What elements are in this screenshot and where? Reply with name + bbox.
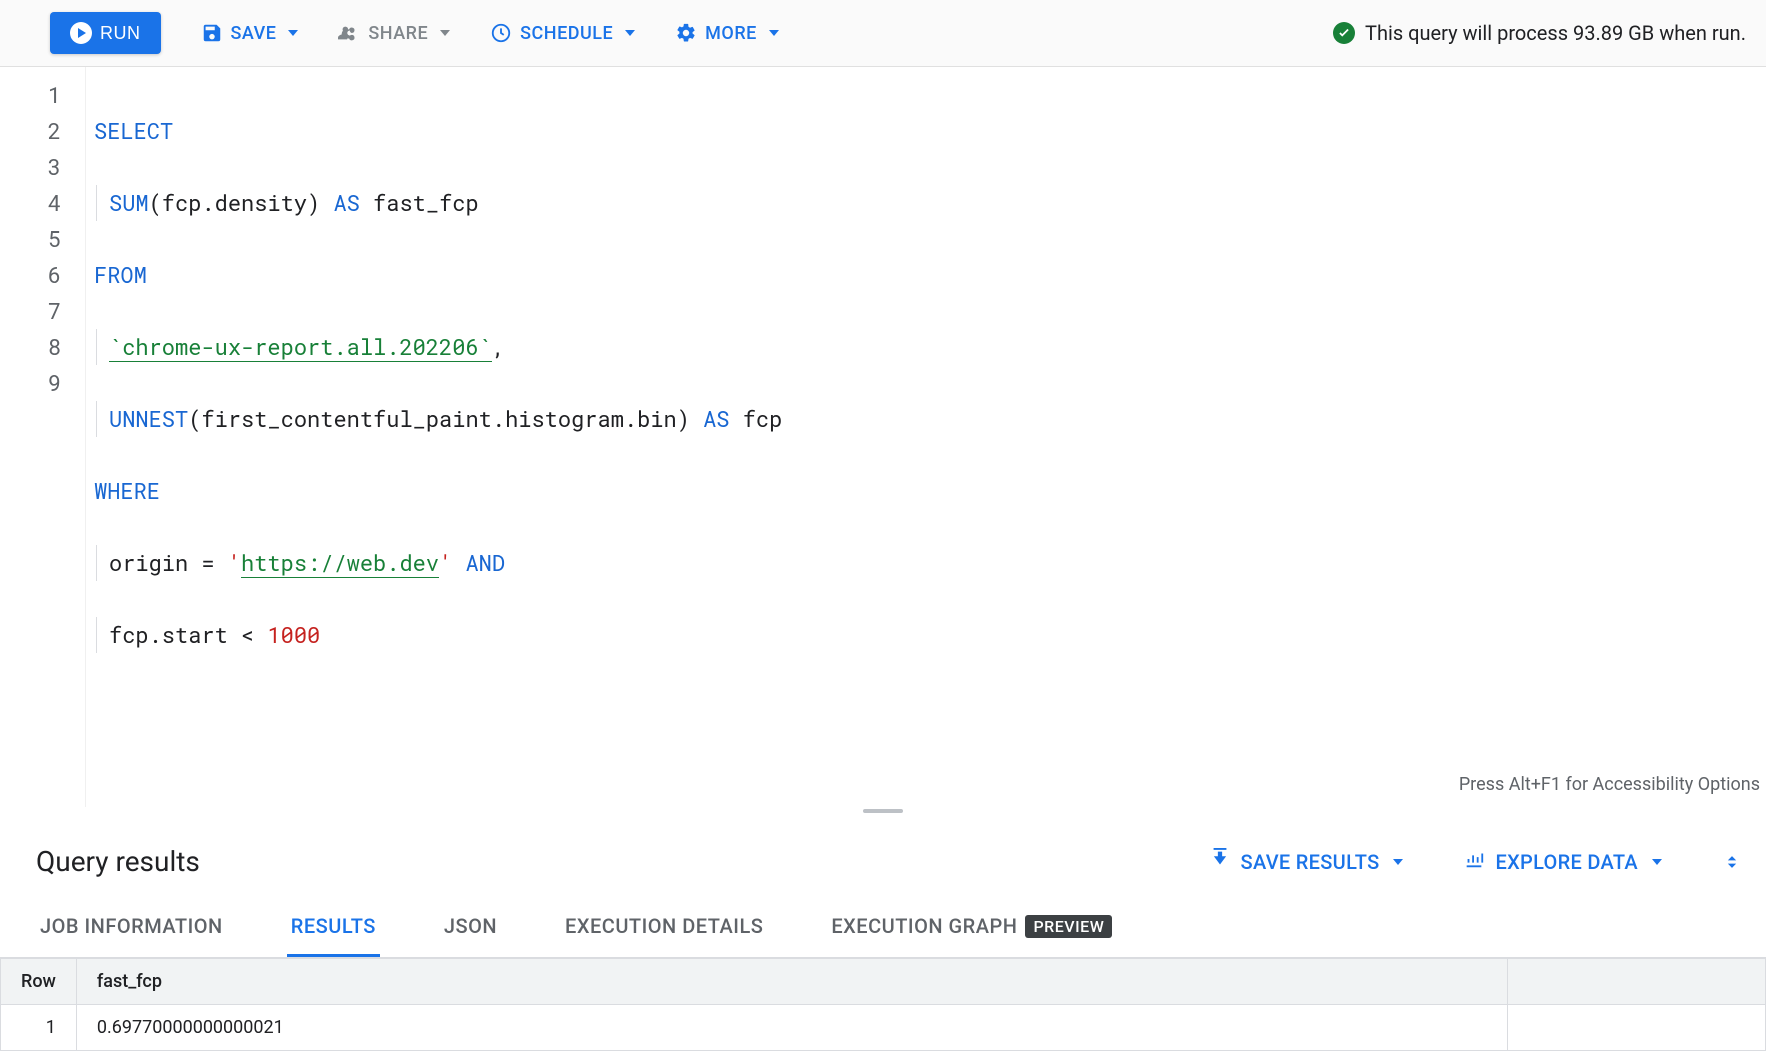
col-row: Row [1, 959, 77, 1005]
check-circle-icon [1333, 22, 1355, 44]
chevron-down-icon [440, 30, 450, 36]
play-icon [70, 22, 92, 44]
chart-icon [1463, 848, 1485, 875]
save-button[interactable]: SAVE [201, 22, 299, 44]
more-button[interactable]: MORE [675, 22, 779, 44]
tab-json[interactable]: JSON [440, 898, 501, 957]
results-header: Query results SAVE RESULTS EXPLORE DATA [0, 815, 1766, 898]
results-title: Query results [36, 845, 200, 878]
results-table: Row fast_fcp 1 0.69770000000000021 [0, 958, 1766, 1051]
more-label: MORE [705, 23, 757, 44]
preview-badge: PREVIEW [1025, 915, 1112, 938]
save-results-button[interactable]: SAVE RESULTS [1209, 848, 1404, 875]
schedule-label: SCHEDULE [520, 23, 613, 44]
tab-execution-details[interactable]: EXECUTION DETAILS [561, 898, 767, 957]
status-text: This query will process 93.89 GB when ru… [1365, 21, 1746, 45]
schedule-button[interactable]: SCHEDULE [490, 22, 635, 44]
tab-execution-graph[interactable]: EXECUTION GRAPH PREVIEW [827, 898, 1116, 957]
line-gutter: 1 2 3 4 5 6 7 8 9 [0, 67, 86, 807]
save-icon [201, 22, 223, 44]
editor-toolbar: RUN SAVE SHARE SCHEDULE MORE This qu [0, 0, 1766, 67]
code-area[interactable]: SELECT SUM(fcp.density) AS fast_fcp FROM… [86, 67, 1766, 807]
share-button[interactable]: SHARE [338, 22, 450, 44]
chevron-down-icon [625, 30, 635, 36]
accessibility-hint: Press Alt+F1 for Accessibility Options [1459, 767, 1760, 803]
save-label: SAVE [231, 23, 277, 44]
table-row: 1 0.69770000000000021 [1, 1005, 1766, 1051]
share-label: SHARE [368, 23, 428, 44]
gear-icon [675, 22, 697, 44]
chevron-down-icon [288, 30, 298, 36]
tab-results[interactable]: RESULTS [287, 898, 380, 957]
explore-data-button[interactable]: EXPLORE DATA [1463, 848, 1662, 875]
share-icon [338, 22, 360, 44]
chevron-down-icon [1393, 859, 1403, 865]
chevron-down-icon [1652, 859, 1662, 865]
run-button[interactable]: RUN [50, 12, 161, 54]
col-fast-fcp: fast_fcp [76, 959, 1507, 1005]
download-icon [1209, 848, 1231, 875]
results-tabs: JOB INFORMATION RESULTS JSON EXECUTION D… [0, 898, 1766, 958]
run-label: RUN [100, 23, 141, 44]
sql-editor[interactable]: 1 2 3 4 5 6 7 8 9 SELECT SUM(fcp.density… [0, 67, 1766, 807]
clock-icon [490, 22, 512, 44]
expand-collapse-button[interactable] [1722, 852, 1742, 872]
query-status: This query will process 93.89 GB when ru… [1333, 21, 1746, 45]
tab-job-information[interactable]: JOB INFORMATION [36, 898, 227, 957]
chevron-down-icon [769, 30, 779, 36]
panel-resize-handle[interactable] [0, 807, 1766, 815]
